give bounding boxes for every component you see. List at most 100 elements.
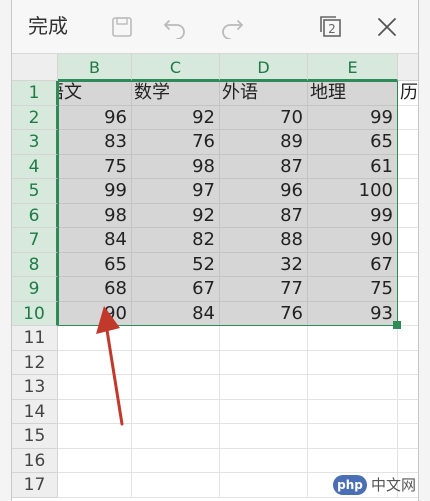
sheet-cell[interactable] <box>398 130 418 155</box>
sheet-cell[interactable] <box>58 448 132 473</box>
row-header-6[interactable]: 6 <box>12 203 58 228</box>
sheet-cell[interactable] <box>308 448 398 473</box>
row-header-10[interactable]: 10 <box>12 301 58 326</box>
data-cell[interactable]: 98 <box>58 203 132 228</box>
header-cell[interactable]: 历 <box>398 81 418 106</box>
sheet-cell[interactable] <box>398 253 418 277</box>
data-cell[interactable]: 87 <box>220 203 308 228</box>
column-header-d[interactable]: D <box>220 54 308 81</box>
data-cell[interactable]: 100 <box>308 179 398 204</box>
data-cell[interactable]: 75 <box>308 277 398 302</box>
row-header-11[interactable]: 11 <box>12 326 58 351</box>
data-cell[interactable]: 82 <box>132 228 220 253</box>
sheet-count-icon[interactable]: 2 <box>316 12 346 42</box>
fill-handle[interactable] <box>393 321 401 329</box>
data-cell[interactable]: 98 <box>132 154 220 179</box>
data-cell[interactable]: 92 <box>132 203 220 228</box>
data-cell[interactable]: 89 <box>220 130 308 155</box>
header-cell[interactable]: 语文 <box>58 81 132 106</box>
sheet-cell[interactable] <box>58 473 132 498</box>
data-cell[interactable]: 76 <box>220 301 308 326</box>
row-header-5[interactable]: 5 <box>12 179 58 204</box>
row-header-9[interactable]: 9 <box>12 277 58 302</box>
close-icon[interactable] <box>372 12 402 42</box>
sheet-cell[interactable] <box>398 277 418 302</box>
done-button[interactable]: 完成 <box>28 12 68 40</box>
save-icon[interactable] <box>107 12 137 42</box>
sheet-cell[interactable] <box>220 326 308 351</box>
data-cell[interactable]: 99 <box>308 203 398 228</box>
row-header-3[interactable]: 3 <box>12 130 58 155</box>
data-cell[interactable]: 67 <box>132 277 220 302</box>
sheet-cell[interactable] <box>220 473 308 498</box>
sheet-cell[interactable] <box>398 155 418 179</box>
data-cell[interactable]: 61 <box>308 154 398 179</box>
row-header-1[interactable]: 1 <box>12 81 58 106</box>
data-cell[interactable]: 93 <box>308 301 398 326</box>
sheet-cell[interactable] <box>220 424 308 449</box>
data-cell[interactable]: 68 <box>58 277 132 302</box>
column-header-f[interactable] <box>398 54 418 81</box>
data-cell[interactable]: 32 <box>220 252 308 277</box>
data-cell[interactable]: 99 <box>58 179 132 204</box>
data-cell[interactable]: 99 <box>308 105 398 130</box>
undo-icon[interactable] <box>160 12 190 42</box>
data-cell[interactable]: 67 <box>308 252 398 277</box>
sheet-cell[interactable] <box>398 106 418 130</box>
sheet-cell[interactable] <box>308 399 398 424</box>
data-cell[interactable]: 90 <box>308 228 398 253</box>
row-header-2[interactable]: 2 <box>12 105 58 130</box>
header-cell[interactable]: 地理 <box>308 81 398 106</box>
row-header-12[interactable]: 12 <box>12 350 58 375</box>
column-header-b[interactable]: B <box>58 54 132 81</box>
data-cell[interactable]: 96 <box>58 105 132 130</box>
data-cell[interactable]: 70 <box>220 105 308 130</box>
sheet-cell[interactable] <box>398 326 418 351</box>
data-cell[interactable]: 76 <box>132 130 220 155</box>
sheet-cell[interactable] <box>398 228 418 253</box>
data-cell[interactable]: 52 <box>132 252 220 277</box>
sheet-grid[interactable]: BCDE1语文数学外语地理历29692709938376896547598876… <box>12 54 418 501</box>
row-header-8[interactable]: 8 <box>12 252 58 277</box>
row-header-13[interactable]: 13 <box>12 375 58 400</box>
sheet-cell[interactable] <box>132 448 220 473</box>
sheet-cell[interactable] <box>220 399 308 424</box>
sheet-cell[interactable] <box>398 179 418 204</box>
sheet-cell[interactable] <box>398 204 418 228</box>
row-header-15[interactable]: 15 <box>12 424 58 449</box>
sheet-cell[interactable] <box>220 448 308 473</box>
redo-icon[interactable] <box>217 12 247 42</box>
data-cell[interactable]: 84 <box>58 228 132 253</box>
data-cell[interactable]: 96 <box>220 179 308 204</box>
data-cell[interactable]: 97 <box>132 179 220 204</box>
data-cell[interactable]: 92 <box>132 105 220 130</box>
sheet-cell[interactable] <box>398 375 418 400</box>
data-cell[interactable]: 75 <box>58 154 132 179</box>
data-cell[interactable]: 65 <box>58 252 132 277</box>
sheet-cell[interactable] <box>308 424 398 449</box>
sheet-cell[interactable] <box>132 473 220 498</box>
row-header-7[interactable]: 7 <box>12 228 58 253</box>
data-cell[interactable]: 65 <box>308 130 398 155</box>
header-cell[interactable]: 外语 <box>220 81 308 106</box>
row-header-14[interactable]: 14 <box>12 399 58 424</box>
data-cell[interactable]: 83 <box>58 130 132 155</box>
row-header-16[interactable]: 16 <box>12 448 58 473</box>
column-header-e[interactable]: E <box>308 54 398 81</box>
data-cell[interactable]: 87 <box>220 154 308 179</box>
sheet-cell[interactable] <box>220 375 308 400</box>
row-header-17[interactable]: 17 <box>12 473 58 498</box>
sheet-cell[interactable] <box>398 400 418 424</box>
sheet-cell[interactable] <box>308 350 398 375</box>
row-header-4[interactable]: 4 <box>12 154 58 179</box>
header-cell[interactable]: 数学 <box>132 81 220 106</box>
select-all-corner[interactable] <box>12 54 58 81</box>
sheet-cell[interactable] <box>220 350 308 375</box>
sheet-cell[interactable] <box>398 449 418 473</box>
column-header-c[interactable]: C <box>132 54 220 81</box>
sheet-cell[interactable] <box>398 424 418 449</box>
sheet-cell[interactable] <box>308 326 398 351</box>
sheet-cell[interactable] <box>398 302 418 326</box>
data-cell[interactable]: 88 <box>220 228 308 253</box>
sheet-cell[interactable] <box>308 375 398 400</box>
